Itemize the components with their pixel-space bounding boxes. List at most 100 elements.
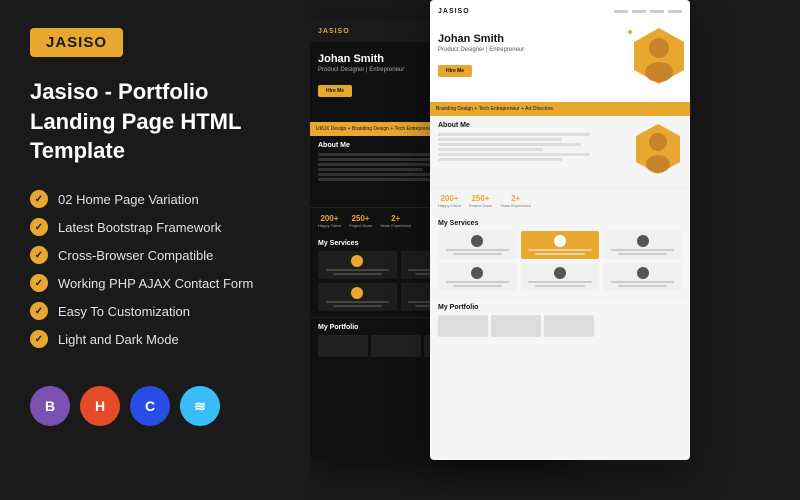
- light-nav-logo: JASISO: [438, 8, 470, 15]
- service-icon: [637, 267, 649, 279]
- portfolio-item: [438, 315, 488, 337]
- check-icon: ✓: [30, 190, 48, 208]
- light-hire-btn: Hire Me: [438, 65, 472, 77]
- service-text: [333, 273, 382, 275]
- nav-link: [668, 10, 682, 13]
- info-line: [318, 178, 442, 181]
- stat-number: 250+: [471, 194, 489, 203]
- light-hero: Johan Smith Product Designer | Entrepren…: [430, 22, 690, 102]
- tailwind-icon: ≋: [194, 398, 206, 415]
- service-text: [326, 301, 390, 303]
- light-about-content: About Me: [438, 122, 628, 181]
- html-badge: H: [80, 386, 120, 426]
- light-nav: JASISO: [430, 0, 690, 22]
- dark-nav-logo: JASISO: [318, 28, 350, 35]
- info-line: [438, 153, 590, 156]
- service-card: [318, 283, 397, 311]
- service-icon: [471, 235, 483, 247]
- stat-label: Project Done: [469, 203, 492, 208]
- feature-text: Cross-Browser Compatible: [58, 248, 213, 263]
- features-list: ✓ 02 Home Page Variation ✓ Latest Bootst…: [30, 190, 280, 348]
- info-line: [438, 133, 590, 136]
- stat-label: Years Experience: [500, 203, 531, 208]
- feature-text: Easy To Customization: [58, 304, 190, 319]
- stat-number: 250+: [351, 214, 369, 223]
- light-ticker-text: Branding Design + Tech Entrepreneur + Ar…: [436, 106, 553, 112]
- css-badge: C: [130, 386, 170, 426]
- stat-label: Happy Client: [318, 223, 341, 228]
- light-portfolio-grid: [438, 315, 682, 337]
- list-item: ✓ Latest Bootstrap Framework: [30, 218, 280, 236]
- deco-dot: [628, 30, 632, 34]
- info-line: [438, 143, 581, 146]
- nav-link: [614, 10, 628, 13]
- feature-text: Latest Bootstrap Framework: [58, 220, 221, 235]
- light-services-title: My Services: [438, 220, 682, 227]
- light-ticker: Branding Design + Tech Entrepreneur + Ar…: [430, 102, 690, 116]
- feature-text: Working PHP AJAX Contact Form: [58, 276, 253, 291]
- list-item: ✓ 02 Home Page Variation: [30, 190, 280, 208]
- service-text: [535, 285, 584, 287]
- service-text: [618, 285, 667, 287]
- service-icon: [351, 287, 363, 299]
- info-line: [438, 148, 543, 151]
- stat-label: Years Experience: [380, 223, 411, 228]
- service-text: [528, 249, 592, 251]
- service-card-highlight: [521, 231, 600, 259]
- page-title: Jasiso - Portfolio Landing Page HTML Tem…: [30, 77, 280, 166]
- portfolio-item: [491, 315, 541, 337]
- left-panel: JASISO Jasiso - Portfolio Landing Page H…: [0, 0, 310, 500]
- check-icon: ✓: [30, 246, 48, 264]
- light-about-title: About Me: [438, 122, 628, 129]
- check-icon: ✓: [30, 330, 48, 348]
- stat-item: 200+ Happy Client: [438, 194, 461, 208]
- nav-link: [650, 10, 664, 13]
- light-services: My Services: [430, 214, 690, 297]
- feature-text: Light and Dark Mode: [58, 332, 179, 347]
- stat-item: 250+ Project Done: [349, 214, 372, 228]
- html-icon: H: [95, 398, 105, 414]
- service-card: [438, 263, 517, 291]
- light-service-grid: [438, 231, 682, 291]
- preview-container: JASISO Johan Smith Product Designer | En…: [310, 0, 800, 500]
- service-text: [453, 285, 502, 287]
- service-text: [618, 253, 667, 255]
- css-icon: C: [145, 398, 155, 414]
- service-text: [326, 269, 390, 271]
- stat-number: 2+: [391, 214, 400, 223]
- feature-text: 02 Home Page Variation: [58, 192, 199, 207]
- service-card: [603, 263, 682, 291]
- list-item: ✓ Working PHP AJAX Contact Form: [30, 274, 280, 292]
- light-about-avatar: [634, 122, 682, 181]
- service-card: [438, 231, 517, 259]
- service-icon: [554, 267, 566, 279]
- portfolio-item: [318, 335, 368, 357]
- stat-item: 2+ Years Experience: [380, 214, 411, 228]
- portfolio-item: [544, 315, 594, 337]
- info-line: [438, 158, 562, 161]
- service-text: [611, 281, 675, 283]
- list-item: ✓ Cross-Browser Compatible: [30, 246, 280, 264]
- service-card: [603, 231, 682, 259]
- service-text: [611, 249, 675, 251]
- bootstrap-icon: B: [45, 398, 55, 414]
- service-icon: [554, 235, 566, 247]
- dark-hire-btn: Hire Me: [318, 85, 352, 97]
- check-icon: ✓: [30, 218, 48, 236]
- check-icon: ✓: [30, 302, 48, 320]
- light-avatar: [632, 26, 686, 86]
- stat-label: Project Done: [349, 223, 372, 228]
- portfolio-item: [371, 335, 421, 357]
- tech-badges: B H C ≋: [30, 386, 280, 426]
- check-icon: ✓: [30, 274, 48, 292]
- list-item: ✓ Light and Dark Mode: [30, 330, 280, 348]
- info-line: [318, 158, 442, 161]
- service-icon: [351, 255, 363, 267]
- nav-link: [632, 10, 646, 13]
- light-nav-links: [614, 10, 682, 13]
- light-about: About Me: [430, 116, 690, 187]
- light-portfolio-title: My Portfolio: [438, 304, 682, 311]
- brand-tag: JASISO: [30, 28, 123, 57]
- stat-label: Happy Client: [438, 203, 461, 208]
- list-item: ✓ Easy To Customization: [30, 302, 280, 320]
